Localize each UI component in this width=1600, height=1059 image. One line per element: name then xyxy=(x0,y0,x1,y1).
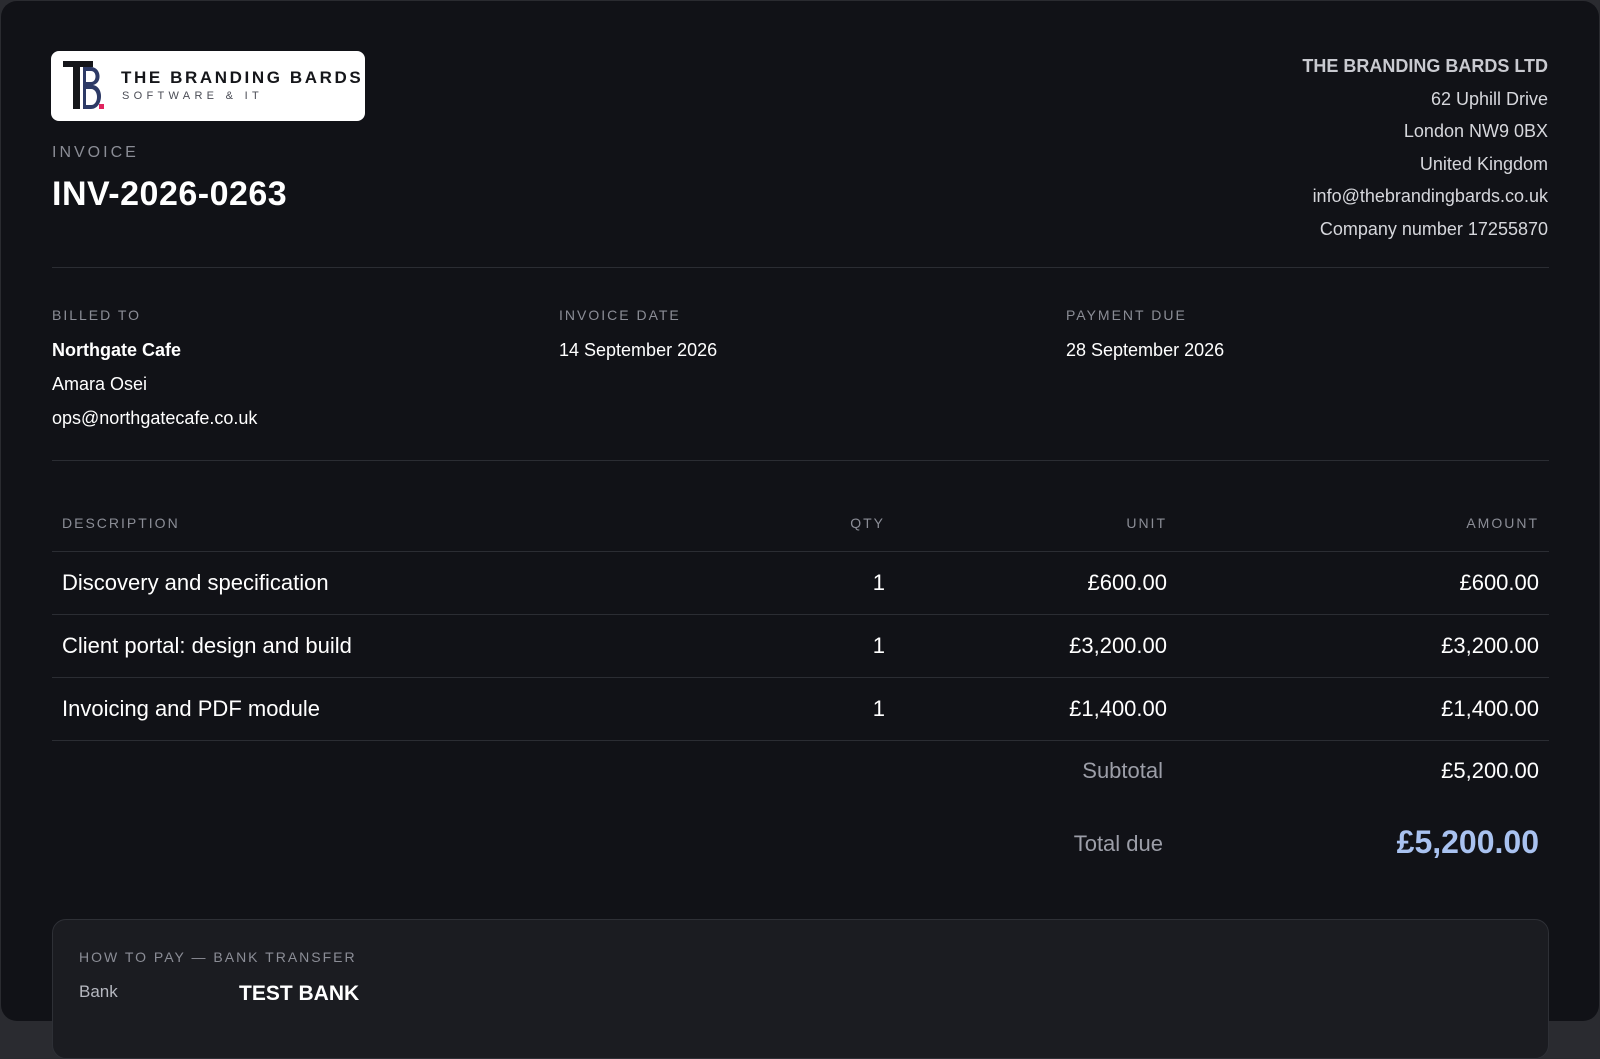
company-name: THE BRANDING BARDS LTD xyxy=(1302,56,1548,76)
invoice-number: INV-2026-0263 xyxy=(52,175,288,213)
invoice-date-section: INVOICE DATE 14 September 2026 xyxy=(559,307,717,367)
meta-divider xyxy=(52,460,1549,461)
invoice-date-value: 14 September 2026 xyxy=(559,340,718,360)
row-description: Client portal: design and build xyxy=(52,614,575,678)
invoice-page: THE BRANDING BARDS SOFTWARE & IT INVOICE… xyxy=(1,1,1599,1059)
column-header-qty: QTY xyxy=(575,495,895,552)
payment-instructions-panel: HOW TO PAY — BANK TRANSFER Bank TEST BAN… xyxy=(52,919,1549,1059)
subtotal-label: Subtotal xyxy=(1082,758,1163,783)
table-row: Invoicing and PDF module 1 £1,400.00 £1,… xyxy=(52,677,1549,741)
company-country: United Kingdom xyxy=(1419,153,1548,174)
column-header-unit: UNIT xyxy=(895,495,1177,552)
company-logo: THE BRANDING BARDS SOFTWARE & IT xyxy=(51,51,365,121)
row-description: Discovery and specification xyxy=(52,551,575,615)
table-row: Client portal: design and build 1 £3,200… xyxy=(52,614,1549,678)
client-name: Northgate Cafe xyxy=(52,340,182,360)
bank-label: Bank xyxy=(79,982,118,1001)
payment-due-label: PAYMENT DUE xyxy=(1066,307,1187,323)
row-qty: 1 xyxy=(575,677,895,741)
contact-email: ops@northgatecafe.co.uk xyxy=(52,408,258,428)
subtotal-value: £5,200.00 xyxy=(1441,758,1539,783)
contact-name: Amara Osei xyxy=(52,374,148,394)
row-amount: £3,200.00 xyxy=(1177,614,1549,678)
header-divider xyxy=(52,267,1549,268)
row-qty: 1 xyxy=(575,614,895,678)
logo-wordmark: THE BRANDING BARDS xyxy=(121,68,364,87)
table-header-row: DESCRIPTION QTY UNIT AMOUNT xyxy=(52,495,1549,552)
table-row: Discovery and specification 1 £600.00 £6… xyxy=(52,551,1549,615)
row-qty: 1 xyxy=(575,551,895,615)
invoice-label: INVOICE xyxy=(52,144,139,161)
total-due-label: Total due xyxy=(1073,831,1163,856)
payment-due-section: PAYMENT DUE 28 September 2026 xyxy=(1066,307,1224,367)
total-due-value: £5,200.00 xyxy=(1396,824,1539,860)
line-items-table: DESCRIPTION QTY UNIT AMOUNT Discovery an… xyxy=(52,495,1549,741)
row-amount: £600.00 xyxy=(1177,551,1549,615)
payment-due-value: 28 September 2026 xyxy=(1066,340,1225,360)
company-details: THE BRANDING BARDS LTD 62 Uphill Drive L… xyxy=(1048,53,1548,248)
row-unit-price: £600.00 xyxy=(895,551,1177,615)
column-header-amount: AMOUNT xyxy=(1177,495,1549,552)
row-amount: £1,400.00 xyxy=(1177,677,1549,741)
billed-to-section: BILLED TO Northgate Cafe Amara Osei ops@… xyxy=(52,307,257,435)
company-number: Company number 17255870 xyxy=(1319,218,1548,239)
company-email: info@thebrandingbards.co.uk xyxy=(1312,186,1548,206)
invoice-date-label: INVOICE DATE xyxy=(559,307,681,323)
row-unit-price: £1,400.00 xyxy=(895,677,1177,741)
tb-monogram-icon xyxy=(63,61,104,109)
company-address-line1: 62 Uphill Drive xyxy=(1430,88,1548,109)
billed-to-label: BILLED TO xyxy=(52,307,142,323)
row-unit-price: £3,200.00 xyxy=(895,614,1177,678)
payment-method-title: HOW TO PAY — BANK TRANSFER xyxy=(79,949,357,965)
column-header-description: DESCRIPTION xyxy=(52,495,575,552)
row-description: Invoicing and PDF module xyxy=(52,677,575,741)
logo-tagline: SOFTWARE & IT xyxy=(122,90,264,102)
company-address-line2: London NW9 0BX xyxy=(1403,121,1548,141)
bank-name: TEST BANK xyxy=(239,982,360,1005)
